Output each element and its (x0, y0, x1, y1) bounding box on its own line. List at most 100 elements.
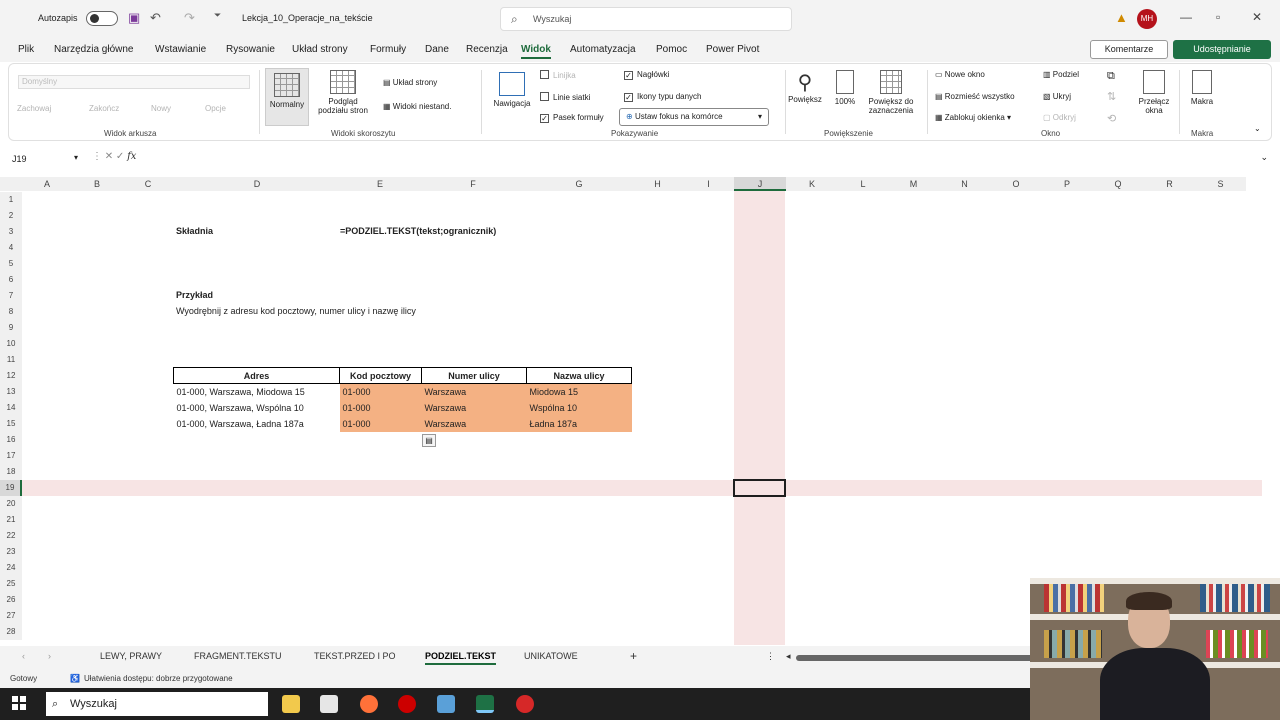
row-header-10[interactable]: 10 (0, 336, 22, 352)
zoom-100-button[interactable]: 100% (831, 70, 859, 106)
column-header-i[interactable]: I (683, 177, 734, 191)
row-header-26[interactable]: 26 (0, 592, 22, 608)
custom-views-button[interactable]: ▦ Widoki niestand. (383, 102, 451, 111)
row-header-27[interactable]: 27 (0, 608, 22, 624)
tab-fragment-tekstu[interactable]: FRAGMENT.TEKSTU (194, 651, 282, 661)
warning-icon[interactable]: ▲ (1115, 10, 1128, 25)
header-street-name[interactable]: Nazwa ulicy (526, 367, 632, 384)
row-header-2[interactable]: 2 (0, 208, 22, 224)
tab-file[interactable]: Plik (18, 44, 34, 55)
side-by-side-icon[interactable]: ⧉ (1107, 70, 1115, 83)
function-icon[interactable]: fx (127, 151, 136, 162)
camera-icon[interactable] (437, 695, 455, 713)
address-cell[interactable]: 01-000, Warszawa, Wspólna 10 (174, 400, 340, 416)
row-header-24[interactable]: 24 (0, 560, 22, 576)
avatar[interactable]: MH (1137, 9, 1157, 29)
column-header-l[interactable]: L (838, 177, 888, 191)
example-label[interactable]: Przykład (176, 290, 213, 300)
search-box[interactable]: ⌕ Wyszukaj (500, 7, 792, 31)
add-sheet-icon[interactable]: + (630, 649, 637, 663)
excel-icon[interactable] (476, 695, 494, 713)
row-header-14[interactable]: 14 (0, 400, 22, 416)
restore-icon[interactable]: ▫ (1216, 10, 1220, 24)
address-cell[interactable]: 01-000, Warszawa, Miodowa 15 (174, 384, 340, 400)
row-header-11[interactable]: 11 (0, 352, 22, 368)
tab-tekst-przed-i-po[interactable]: TEKST.PRZED I PO (314, 651, 396, 661)
column-header-d[interactable]: D (174, 177, 340, 191)
row-header-19[interactable]: 19 (0, 480, 22, 496)
column-header-o[interactable]: O (990, 177, 1042, 191)
tab-view[interactable]: Widok (521, 44, 551, 59)
row-header-7[interactable]: 7 (0, 288, 22, 304)
horizontal-scrollbar[interactable] (796, 655, 1036, 661)
row-header-1[interactable]: 1 (0, 192, 22, 208)
row-header-16[interactable]: 16 (0, 432, 22, 448)
tab-help[interactable]: Pomoc (656, 44, 687, 55)
normal-view-button[interactable]: Normalny (265, 68, 309, 126)
autosave-toggle[interactable] (86, 11, 118, 26)
formula-bar-checkbox[interactable]: ✓ Pasek formuły (540, 113, 604, 123)
street-name-cell[interactable]: Ładna 187a (526, 415, 632, 432)
headings-checkbox[interactable]: ✓ Nagłówki (624, 70, 669, 80)
store-icon[interactable] (320, 695, 338, 713)
row-header-17[interactable]: 17 (0, 448, 22, 464)
tab-page-layout[interactable]: Układ strony (292, 44, 348, 55)
page-layout-button[interactable]: ▤ Układ strony (383, 78, 437, 87)
data-type-icons-checkbox[interactable]: ✓ Ikony typu danych (624, 92, 701, 102)
comments-button[interactable]: Komentarze (1090, 40, 1168, 59)
minimize-icon[interactable]: — (1180, 10, 1192, 24)
next-sheet-icon[interactable]: › (48, 651, 51, 661)
row-header-25[interactable]: 25 (0, 576, 22, 592)
chevron-down-icon[interactable]: ▾ (74, 153, 78, 162)
tab-podziel-tekst[interactable]: PODZIEL.TEKST (425, 651, 497, 665)
row-header-5[interactable]: 5 (0, 256, 22, 272)
column-header-n[interactable]: N (939, 177, 990, 191)
switch-windows-button[interactable]: Przełącz okna (1133, 70, 1175, 115)
row-header-12[interactable]: 12 (0, 368, 22, 384)
column-header-h[interactable]: H (632, 177, 683, 191)
taskbar-search[interactable]: ⌕ Wyszukaj (46, 692, 268, 716)
column-header-g[interactable]: G (526, 177, 632, 191)
tab-data[interactable]: Dane (425, 44, 449, 55)
record-app-icon[interactable] (398, 695, 416, 713)
tab-draw[interactable]: Rysowanie (226, 44, 275, 55)
column-header-a[interactable]: A (22, 177, 72, 191)
undo-icon[interactable]: ↶ (150, 10, 161, 26)
column-header-m[interactable]: M (888, 177, 939, 191)
street-number-cell[interactable]: Warszawa (421, 383, 527, 400)
arrange-all-button[interactable]: ▤ Rozmieść wszystko (935, 92, 1015, 101)
row-header-8[interactable]: 8 (0, 304, 22, 320)
tab-insert[interactable]: Wstawianie (155, 44, 206, 55)
row-header-6[interactable]: 6 (0, 272, 22, 288)
syntax-label[interactable]: Składnia (176, 226, 213, 236)
row-header-28[interactable]: 28 (0, 624, 22, 640)
street-number-cell[interactable]: Warszawa (421, 415, 527, 432)
customize-toolbar-icon[interactable]: ⏷ (214, 10, 221, 21)
row-header-18[interactable]: 18 (0, 464, 22, 480)
row-header-20[interactable]: 20 (0, 496, 22, 512)
column-header-s[interactable]: S (1195, 177, 1246, 191)
selected-cell[interactable] (733, 479, 786, 497)
row-header-15[interactable]: 15 (0, 416, 22, 432)
tab-review[interactable]: Recenzja (466, 44, 508, 55)
tab-automate[interactable]: Automatyzacja (570, 44, 636, 55)
header-postal-code[interactable]: Kod pocztowy (339, 367, 422, 384)
column-header-c[interactable]: C (122, 177, 174, 191)
tab-formulas[interactable]: Formuły (370, 44, 406, 55)
column-header-f[interactable]: F (420, 177, 526, 191)
freeze-panes-button[interactable]: ▦ Zablokuj okienka ▾ (935, 113, 1011, 122)
firefox-icon[interactable] (360, 695, 378, 713)
row-header-21[interactable]: 21 (0, 512, 22, 528)
redo-icon[interactable]: ↷ (184, 10, 195, 26)
select-all-corner[interactable] (0, 177, 22, 191)
column-header-r[interactable]: R (1144, 177, 1195, 191)
row-header-23[interactable]: 23 (0, 544, 22, 560)
collapse-ribbon-icon[interactable]: ⌄ (1254, 124, 1261, 133)
row-header-3[interactable]: 3 (0, 224, 22, 240)
page-break-preview-button[interactable]: Podgląd podziału stron (314, 70, 372, 115)
postal-code-cell[interactable]: 01-000 (339, 415, 422, 432)
tab-unikatowe[interactable]: UNIKATOWE (524, 651, 578, 661)
header-address[interactable]: Adres (173, 367, 340, 384)
hide-button[interactable]: ▧ Ukryj (1043, 92, 1071, 101)
zoom-to-selection-button[interactable]: Powiększ do zaznaczenia (863, 70, 919, 115)
